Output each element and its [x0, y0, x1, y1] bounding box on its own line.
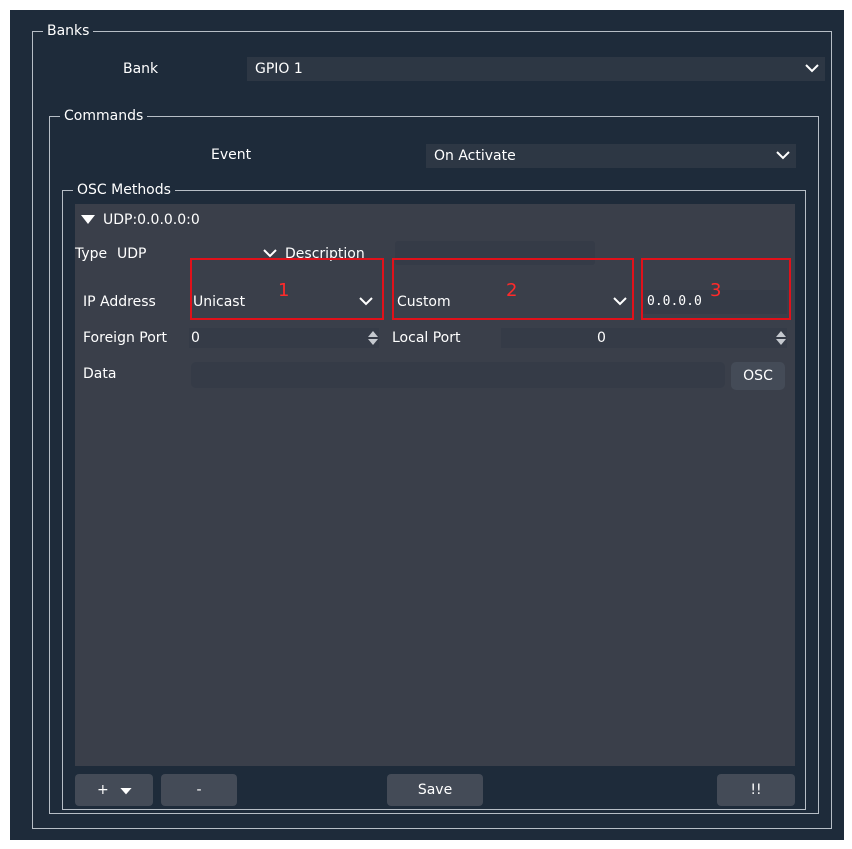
local-port-spinner-icon[interactable] — [775, 329, 787, 347]
add-button-label: + — [97, 782, 109, 798]
annotation-label-2: 2 — [506, 280, 518, 301]
remove-button[interactable]: - — [161, 774, 237, 806]
chevron-down-icon — [805, 64, 819, 73]
foreign-port-label: Foreign Port — [83, 330, 168, 346]
foreign-port-spinner-icon[interactable] — [367, 329, 379, 347]
data-label: Data — [83, 366, 117, 382]
type-label: Type — [75, 246, 108, 262]
triangle-down-icon — [81, 215, 95, 224]
alert-button[interactable]: !! — [717, 774, 795, 806]
event-label: Event — [211, 147, 252, 163]
foreign-port-input[interactable]: 0 — [189, 328, 379, 348]
event-select[interactable]: On Activate — [426, 144, 796, 168]
local-port-label: Local Port — [392, 330, 461, 346]
config-window: Banks Bank GPIO 1 Commands Event On Acti… — [10, 10, 844, 840]
bank-select[interactable]: GPIO 1 — [247, 57, 825, 81]
local-port-input[interactable]: 0 — [501, 328, 787, 348]
bank-select-value: GPIO 1 — [255, 61, 303, 77]
add-button[interactable]: + — [75, 774, 153, 806]
triangle-down-icon — [120, 788, 132, 795]
bank-label: Bank — [123, 61, 159, 77]
data-input[interactable] — [191, 362, 725, 388]
save-button[interactable]: Save — [387, 774, 483, 806]
annotation-label-1: 1 — [278, 280, 290, 301]
chevron-down-icon — [776, 151, 790, 160]
ip-address-label: IP Address — [83, 294, 156, 310]
osc-button[interactable]: OSC — [731, 362, 785, 390]
foreign-port-value: 0 — [191, 330, 200, 346]
commands-group: Commands Event On Activate OSC Methods U… — [49, 107, 819, 814]
local-port-value: 0 — [597, 330, 606, 346]
event-select-value: On Activate — [434, 148, 516, 164]
commands-title: Commands — [60, 107, 148, 125]
osc-methods-title: OSC Methods — [73, 181, 175, 199]
banks-title: Banks — [43, 22, 94, 40]
banks-group: Banks Bank GPIO 1 Commands Event On Acti… — [32, 22, 832, 829]
annotation-label-3: 3 — [710, 280, 722, 301]
type-select-value: UDP — [117, 246, 147, 262]
tree-item-label: UDP:0.0.0.0:0 — [103, 212, 200, 228]
